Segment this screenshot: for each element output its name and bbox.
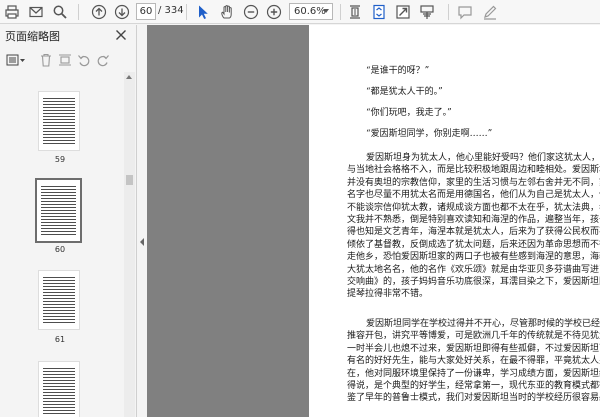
text-line: 文我并不熟悉，倒是特别喜欢读知和海涅的作品，遍整当年，孩子的 <box>347 215 600 225</box>
rotate-left-icon[interactable] <box>76 52 92 68</box>
text-line: 倾依了基督教，反倒成选了犹太问题，后来还因为革命思想而不得不 <box>347 239 600 250</box>
page-number-input[interactable]: 60 <box>136 3 156 20</box>
fit-page-icon[interactable] <box>346 3 364 21</box>
text-line: 有名的好好先生，能与大家处好关系，在最不得罪，平竟犹太人身份 <box>347 356 600 367</box>
scrollbar-thumb[interactable] <box>126 175 133 185</box>
print-icon[interactable] <box>3 3 21 21</box>
page-up-icon[interactable] <box>90 3 108 21</box>
text-line: 在，他对同服环境里保持了一份谦卑，学习成绩方面，爱因斯坦给绝对 <box>347 368 600 379</box>
text-line: 推容开包，讲究平等博爱，可是欧洲几千年的传统就是不待见犹太人 <box>347 331 600 342</box>
collapse-panel-icon[interactable] <box>140 238 144 246</box>
zoom-value: 60.6% <box>294 6 326 17</box>
page-thumbnail-60[interactable] <box>35 178 82 243</box>
page-thumbnail-62[interactable] <box>38 361 80 417</box>
options-menu-icon[interactable] <box>6 52 26 68</box>
zoom-out-icon[interactable] <box>242 3 260 21</box>
document-view[interactable]: “是谁干的呀？” “都是犹太人干的。” “你们玩吧，我走了。” “爱因斯坦同学，… <box>147 25 600 417</box>
text-line: 不能谈宗信仰犹太教，诸规成谈方面也都不太在乎，犹太法典，老自 <box>347 202 600 213</box>
scroll-up-icon[interactable] <box>126 75 132 79</box>
rotate-right-icon[interactable] <box>95 52 111 68</box>
dialogue-line: “你们玩吧，我走了。” <box>366 108 452 118</box>
zoom-select[interactable]: 60.6% <box>289 3 333 20</box>
full-screen-icon[interactable] <box>394 3 412 21</box>
dialogue-line: “都是犹太人干的。” <box>366 87 443 97</box>
text-line: 大犹太地名名，他的名作《欢乐颂》就是由华亚贝多芬谱曲写进了《第 <box>347 264 600 275</box>
draw-icon[interactable] <box>481 3 499 21</box>
text-line: 爱因斯坦身为犹太人，他心里能好受吗？他们家这犹太人，并 <box>366 153 600 163</box>
comment-icon[interactable] <box>456 3 474 21</box>
text-line: 爱因斯坦同学在学校过得并不开心，尽管那时候的学校已经在提 <box>366 319 600 329</box>
email-icon[interactable] <box>27 3 45 21</box>
scroll-mode-icon[interactable] <box>370 3 388 21</box>
text-line: 并没有奥坦的宗教信仰，家里的生活习惯与左邻右舍并无不同，家族 <box>347 177 600 188</box>
read-mode-icon[interactable] <box>418 3 436 21</box>
document-page: “是谁干的呀？” “都是犹太人干的。” “你们玩吧，我走了。” “爱因斯坦同学，… <box>309 25 600 417</box>
main-toolbar: 60 / 334 60.6% <box>0 0 600 24</box>
dialogue-line: “爱因斯坦同学，你别走啊……” <box>366 129 493 139</box>
panel-title: 页面缩略图 <box>5 30 60 43</box>
page-thumbnail-label: 60 <box>54 245 66 254</box>
page-thumbnail-label: 59 <box>54 155 66 164</box>
close-icon[interactable] <box>114 27 128 41</box>
chevron-down-icon <box>323 9 329 13</box>
text-line: 走他乡，恐怕爱因斯坦家的两口子也被有些感到海涅的意思，海勒便 <box>347 252 600 263</box>
page-total: / 334 <box>158 5 184 16</box>
page-thumbnail-label: 61 <box>54 335 66 344</box>
text-line: 鉴了早年的普鲁士模式，我们对爱因斯坦当时的学校经历很容易感同 <box>347 393 600 404</box>
search-icon[interactable] <box>51 3 69 21</box>
page-thumbnail-panel: 页面缩略图 59 60 61 <box>0 25 137 417</box>
text-line: 得也知是文艺青年，海涅本就是犹太人，后来为了获得公民权而不得 <box>347 227 600 238</box>
text-line: 得说，是个典型的好学生，经常拿第一，现代东亚的教育模式都得和 <box>347 381 600 391</box>
text-line: 交响曲》的，孩子妈妈音乐功底很深，耳濡目染之下，爱因斯坦同学 <box>347 277 600 287</box>
dialogue-line: “是谁干的呀？” <box>366 66 430 76</box>
zoom-in-icon[interactable] <box>265 3 283 21</box>
page-thumbnail-59[interactable] <box>38 91 80 151</box>
delete-page-icon[interactable] <box>38 52 54 68</box>
text-line: 名字也尽量不用犹太名而是用德国名，他们从为自己是犹太人，但是 <box>347 190 600 201</box>
thumbnail-list: 59 60 61 <box>0 72 124 417</box>
text-line: 一时半会儿也熄不过来，爱因斯坦即得有些孤僻，不过爱因斯坦可是 <box>347 343 600 354</box>
hand-tool-icon[interactable] <box>218 3 236 21</box>
extract-page-icon[interactable] <box>57 52 73 68</box>
select-tool-icon[interactable] <box>194 3 212 21</box>
text-line: 提琴拉得非常不错。 <box>347 289 429 300</box>
text-line: 与当地社会格格不入，而是比较积极地跟周边和睦相处。爱因斯坦家 <box>347 165 600 176</box>
page-thumbnail-61[interactable] <box>38 270 80 330</box>
thumbnail-scrollbar[interactable] <box>124 72 135 417</box>
page-down-icon[interactable] <box>113 3 131 21</box>
thumbnail-toolbar <box>0 49 137 71</box>
